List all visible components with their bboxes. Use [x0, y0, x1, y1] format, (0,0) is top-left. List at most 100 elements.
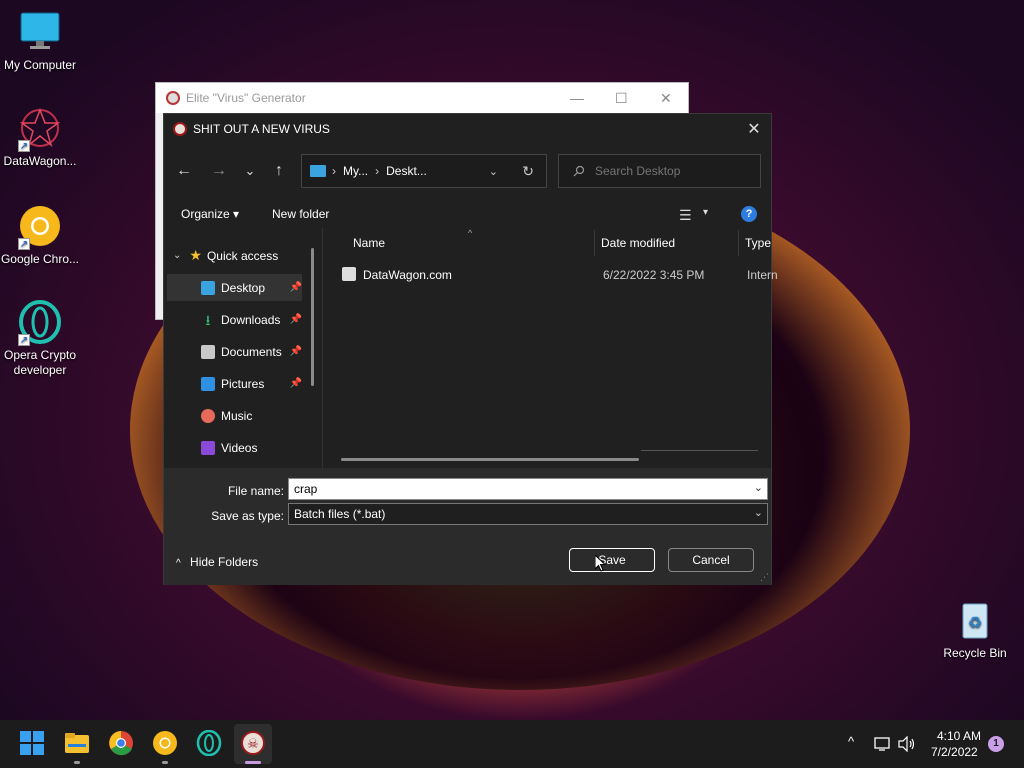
- opera-icon[interactable]: [196, 730, 222, 756]
- column-divider[interactable]: [738, 230, 739, 256]
- chrome-icon[interactable]: [108, 730, 134, 756]
- forward-arrow-icon[interactable]: →: [207, 160, 231, 182]
- dialog-bottom-panel: File name: ⌄ Save as type: Batch files (…: [164, 468, 771, 585]
- search-input[interactable]: [595, 164, 745, 178]
- resize-grip-icon[interactable]: ⋰: [760, 572, 769, 583]
- file-row[interactable]: DataWagon.com 6/22/2022 3:45 PM Intern: [342, 264, 778, 286]
- file-type: Intern: [747, 268, 778, 282]
- column-header-name[interactable]: Name: [353, 236, 385, 250]
- volume-icon[interactable]: [898, 736, 916, 752]
- background-window-titlebar[interactable]: Elite "Virus" Generator — ☐ ✕: [156, 83, 688, 113]
- nav-item-label: Desktop: [221, 280, 266, 295]
- column-header-type[interactable]: Type: [745, 236, 771, 250]
- show-hidden-icons-chevron[interactable]: ^: [848, 734, 854, 749]
- desktop-icon-recycle-bin[interactable]: ♻ Recycle Bin: [935, 598, 1015, 660]
- save-as-type-label: Save as type:: [211, 509, 284, 523]
- maximize-button[interactable]: ☐: [615, 90, 628, 107]
- cancel-button[interactable]: Cancel: [668, 548, 754, 572]
- save-as-type-select[interactable]: Batch files (*.bat) ⌄: [288, 503, 768, 525]
- save-button[interactable]: Save: [569, 548, 655, 572]
- file-name-label: File name:: [227, 484, 284, 498]
- file-name: DataWagon.com: [363, 268, 452, 282]
- view-options-dropdown[interactable]: ▾: [703, 207, 708, 218]
- desktop-icon-label: Recycle Bin: [943, 646, 1007, 660]
- pin-icon: 📌: [289, 346, 302, 357]
- save-as-type-value: Batch files (*.bat): [294, 507, 386, 521]
- music-icon: [201, 408, 215, 423]
- file-explorer-icon[interactable]: [64, 730, 90, 756]
- dialog-titlebar[interactable]: SHIT OUT A NEW VIRUS: [164, 114, 771, 144]
- download-icon: ⭳: [205, 311, 211, 328]
- close-button[interactable]: ✕: [660, 90, 672, 107]
- clock-time[interactable]: 4:10 AM: [937, 729, 981, 743]
- organize-button[interactable]: Organize ▾: [181, 207, 239, 221]
- help-icon[interactable]: ?: [741, 206, 757, 222]
- file-date-modified: 6/22/2022 3:45 PM: [603, 268, 705, 282]
- desktop-icon-opera-crypto[interactable]: ↗ Opera Crypto developer: [0, 300, 80, 378]
- up-arrow-icon[interactable]: ↑: [267, 160, 291, 182]
- nav-item-documents[interactable]: Documents 📌: [167, 338, 302, 365]
- nav-quick-access[interactable]: ⌄ ★ Quick access: [167, 242, 302, 269]
- app-icon: [173, 122, 187, 136]
- nav-item-pictures[interactable]: Pictures 📌: [167, 370, 302, 397]
- save-dialog[interactable]: SHIT OUT A NEW VIRUS ✕ ← → ⌄ ↑ › My... ›…: [163, 113, 778, 585]
- star-icon: ★: [189, 247, 202, 263]
- minimize-button[interactable]: —: [570, 90, 584, 106]
- nav-pane-scrollbar[interactable]: [311, 248, 314, 386]
- back-arrow-icon[interactable]: ←: [172, 160, 196, 182]
- nav-item-downloads[interactable]: ⭳ Downloads 📌: [167, 306, 302, 333]
- column-header-date-modified[interactable]: Date modified: [601, 236, 675, 250]
- network-icon[interactable]: [874, 736, 890, 752]
- recycle-bin-icon: ♻: [953, 598, 997, 642]
- nav-item-videos[interactable]: Videos: [167, 434, 302, 461]
- pin-icon: 📌: [289, 378, 302, 389]
- file-name-combobox[interactable]: ⌄: [288, 478, 768, 500]
- datawagon-icon: ↗: [18, 106, 62, 152]
- address-bar[interactable]: › My... › Deskt... ⌄ ↻: [301, 154, 547, 188]
- desktop-icon-datawagon[interactable]: ↗ DataWagon...: [0, 106, 80, 168]
- desktop-icon-label: DataWagon...: [3, 154, 77, 168]
- hide-folders-toggle[interactable]: ^ Hide Folders: [176, 555, 258, 569]
- file-name-input[interactable]: [294, 482, 734, 496]
- column-divider[interactable]: [594, 230, 595, 256]
- new-folder-button[interactable]: New folder: [272, 207, 329, 221]
- opera-icon: ↗: [18, 300, 62, 346]
- file-list[interactable]: Name ^ Date modified Type DataWagon.com …: [324, 228, 778, 468]
- refresh-icon[interactable]: ↻: [522, 163, 534, 180]
- breadcrumb-my-computer[interactable]: My...: [343, 164, 368, 178]
- chrome-canary-icon[interactable]: [152, 730, 178, 756]
- virus-generator-app-icon[interactable]: ☠: [240, 730, 266, 756]
- breadcrumb-desktop[interactable]: Deskt...: [386, 164, 427, 178]
- nav-item-label: Music: [221, 408, 253, 423]
- background-window-title: Elite "Virus" Generator: [186, 91, 306, 105]
- close-icon[interactable]: ✕: [744, 119, 764, 139]
- nav-item-music[interactable]: Music: [167, 402, 302, 429]
- dialog-title: SHIT OUT A NEW VIRUS: [193, 122, 330, 136]
- shortcut-arrow-icon: ↗: [18, 140, 30, 152]
- pane-splitter[interactable]: [322, 228, 323, 468]
- desktop-icon-label: Google Chro...: [0, 252, 80, 266]
- shortcut-arrow-icon: ↗: [18, 238, 30, 250]
- breadcrumb-separator: ›: [332, 164, 336, 178]
- windows-start-icon[interactable]: [19, 730, 45, 756]
- nav-item-desktop[interactable]: Desktop 📌: [167, 274, 302, 301]
- documents-icon: [201, 344, 215, 359]
- notification-badge[interactable]: 1: [988, 736, 1004, 752]
- desktop-icon-google-chrome[interactable]: ↗ Google Chro...: [0, 204, 80, 266]
- hide-folders-label: Hide Folders: [190, 555, 259, 569]
- desktop-icon-my-computer[interactable]: My Computer: [0, 10, 80, 72]
- chevron-down-icon[interactable]: ⌄: [754, 481, 763, 494]
- address-dropdown-icon[interactable]: ⌄: [489, 165, 498, 178]
- search-box[interactable]: [558, 154, 761, 188]
- mouse-cursor-icon: [595, 555, 607, 572]
- nav-item-label: Pictures: [221, 376, 265, 391]
- search-icon: [573, 165, 585, 177]
- running-indicator: [74, 761, 80, 764]
- recent-locations-chevron-icon[interactable]: ⌄: [238, 160, 262, 182]
- pin-icon: 📌: [289, 314, 302, 325]
- view-details-icon[interactable]: ☰: [679, 207, 692, 224]
- horizontal-scrollbar-thumb[interactable]: [341, 458, 639, 461]
- chrome-canary-icon: ↗: [18, 204, 62, 250]
- clock-date[interactable]: 7/2/2022: [931, 745, 978, 759]
- chevron-down-icon[interactable]: ⌄: [754, 506, 763, 519]
